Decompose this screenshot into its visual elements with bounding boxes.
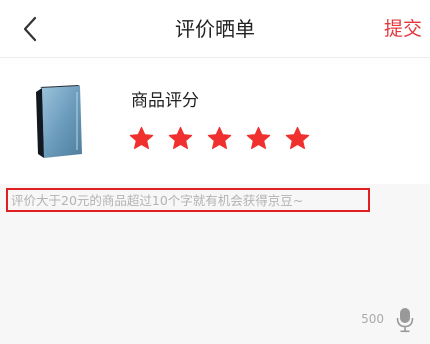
star-icon[interactable] <box>207 126 232 151</box>
page-title: 评价晒单 <box>175 17 255 41</box>
char-limit: 500 <box>361 312 384 326</box>
header-bar: 评价晒单 提交 <box>0 0 430 58</box>
star-icon[interactable] <box>246 126 271 151</box>
star-icon[interactable] <box>129 126 154 151</box>
product-rating-section: 商品评分 <box>0 58 430 184</box>
review-screen: 评价晒单 提交 商品评分 500 <box>0 0 430 344</box>
submit-button[interactable]: 提交 <box>384 15 422 43</box>
star-icon[interactable] <box>285 126 310 151</box>
rating-label: 商品评分 <box>131 91 199 111</box>
product-image <box>36 85 82 158</box>
review-input[interactable] <box>6 188 370 212</box>
star-rating <box>129 126 310 151</box>
microphone-icon[interactable] <box>396 307 414 333</box>
star-icon[interactable] <box>168 126 193 151</box>
review-area: 500 <box>0 184 430 344</box>
